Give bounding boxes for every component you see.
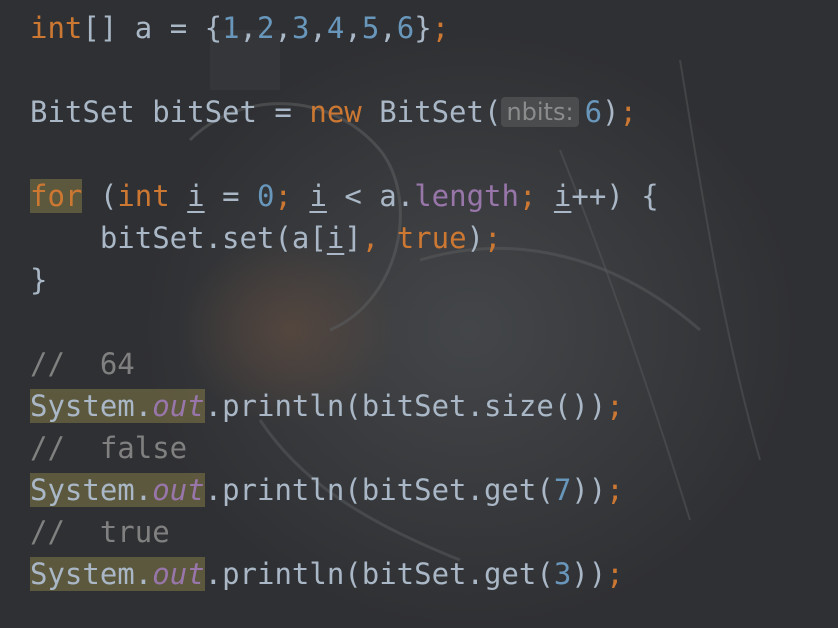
loop-variable: i	[326, 221, 345, 255]
keyword-for: for	[30, 179, 83, 213]
code-line-9: System.out.println(bitSet.get(7));	[30, 469, 624, 511]
number-literal: 0	[257, 179, 275, 213]
closing-brace: }	[414, 11, 432, 45]
number-literal: 3	[291, 11, 310, 45]
comma: ,	[309, 11, 327, 45]
keyword-new: new	[309, 95, 362, 129]
println-size-call: .println(bitSet.size())	[204, 389, 607, 423]
dot: .	[134, 557, 153, 591]
code-line-5: }	[30, 259, 47, 301]
code-line-4: bitSet.set(a[i], true);	[30, 217, 502, 259]
comma: ,	[344, 11, 362, 45]
number-literal: 6	[584, 95, 603, 129]
system-class: System	[30, 473, 135, 507]
system-class: System	[30, 557, 135, 591]
code-line-10: // true	[30, 511, 170, 553]
bitset-set-call: bitSet.set(a[	[99, 221, 327, 255]
number-literal: 1	[222, 11, 240, 45]
comma: ,	[379, 11, 397, 45]
closing-paren: )	[466, 221, 484, 255]
system-class: System	[30, 389, 135, 423]
less-than-comparison: < a.	[326, 179, 415, 213]
parameter-hint: nbits:	[501, 97, 579, 127]
code-line-11: System.out.println(bitSet.get(3));	[30, 553, 624, 595]
number-literal: 4	[326, 11, 345, 45]
semicolon: ;	[606, 473, 624, 507]
dot: .	[134, 389, 153, 423]
keyword-int: int	[117, 179, 170, 213]
code-line-7: System.out.println(bitSet.size());	[30, 385, 624, 427]
code-line-1: int[] a = {1,2,3,4,5,6};	[30, 7, 449, 49]
comment: // false	[30, 431, 188, 465]
number-literal: 2	[257, 11, 275, 45]
comma: ,	[361, 221, 397, 255]
out-field: out	[152, 473, 205, 507]
println-get-call: .println(bitSet.get(	[204, 557, 554, 591]
number-literal: 5	[361, 11, 380, 45]
semicolon: ;	[484, 221, 502, 255]
closing-bracket: ]	[344, 221, 362, 255]
comment: // true	[30, 515, 170, 549]
keyword-int: int	[30, 11, 83, 45]
closing-parens: ))	[571, 473, 607, 507]
comment: // 64	[30, 347, 135, 381]
loop-variable: i	[309, 179, 327, 213]
code-line-8: // false	[30, 427, 187, 469]
semicolon: ;	[431, 11, 450, 45]
code-line-3: for (int i = 0; i < a.length; i++) {	[30, 175, 659, 217]
bitset-declaration: BitSet bitSet =	[30, 95, 310, 129]
increment-and-open-brace: ++) {	[571, 179, 659, 213]
number-literal: 7	[553, 473, 572, 507]
dot: .	[134, 473, 153, 507]
keyword-true: true	[396, 221, 467, 255]
semicolon: ;	[274, 179, 292, 213]
number-literal: 3	[553, 557, 572, 591]
length-field: length	[414, 179, 519, 213]
constructor-call: BitSet(	[361, 95, 502, 129]
number-literal: 6	[396, 11, 415, 45]
array-declaration: [] a = {	[82, 11, 223, 45]
semicolon: ;	[606, 389, 624, 423]
closing-brace: }	[30, 263, 48, 297]
semicolon: ;	[619, 95, 637, 129]
code-editor[interactable]: int[] a = {1,2,3,4,5,6}; BitSet bitSet =…	[0, 0, 838, 628]
open-paren: (	[82, 179, 118, 213]
loop-variable: i	[553, 179, 572, 213]
code-line-2: BitSet bitSet = new BitSet(nbits: 6);	[30, 91, 637, 133]
assignment: =	[204, 179, 258, 213]
code-line-6: // 64	[30, 343, 135, 385]
comma: ,	[274, 11, 292, 45]
comma: ,	[239, 11, 258, 45]
loop-variable: i	[187, 179, 205, 213]
out-field: out	[152, 557, 205, 591]
semicolon: ;	[606, 557, 624, 591]
semicolon: ;	[518, 179, 537, 213]
println-get-call: .println(bitSet.get(	[204, 473, 554, 507]
out-field: out	[152, 389, 205, 423]
closing-parens: ))	[571, 557, 607, 591]
closing-paren: )	[602, 95, 620, 129]
